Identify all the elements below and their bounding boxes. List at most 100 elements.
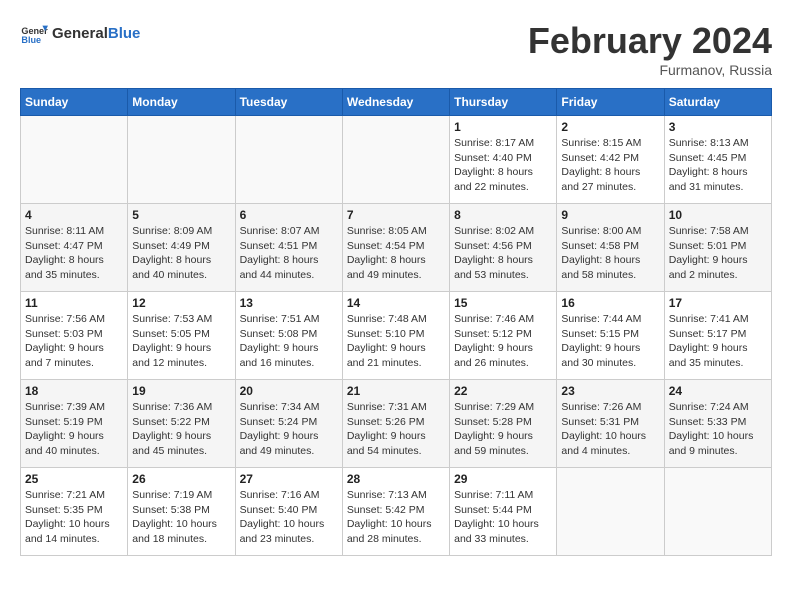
day-info: Sunrise: 7:51 AM Sunset: 5:08 PM Dayligh… [240,312,338,371]
calendar-cell: 25 Sunrise: 7:21 AM Sunset: 5:35 PM Dayli… [21,468,128,556]
calendar-cell: 15 Sunrise: 7:46 AM Sunset: 5:12 PM Dayli… [450,292,557,380]
calendar-cell: 9 Sunrise: 8:00 AM Sunset: 4:58 PM Daylig… [557,204,664,292]
day-info: Sunrise: 8:09 AM Sunset: 4:49 PM Dayligh… [132,224,230,283]
calendar-cell: 20 Sunrise: 7:34 AM Sunset: 5:24 PM Dayli… [235,380,342,468]
day-number: 4 [25,208,123,222]
day-number: 13 [240,296,338,310]
day-info: Sunrise: 7:24 AM Sunset: 5:33 PM Dayligh… [669,400,767,459]
page-header: General Blue GeneralBlue February 2024 F… [20,20,772,78]
day-info: Sunrise: 7:46 AM Sunset: 5:12 PM Dayligh… [454,312,552,371]
day-header-friday: Friday [557,89,664,116]
logo: General Blue GeneralBlue [20,20,140,48]
calendar-cell [342,116,449,204]
calendar-cell: 27 Sunrise: 7:16 AM Sunset: 5:40 PM Dayli… [235,468,342,556]
calendar-cell: 19 Sunrise: 7:36 AM Sunset: 5:22 PM Dayli… [128,380,235,468]
calendar-cell: 29 Sunrise: 7:11 AM Sunset: 5:44 PM Dayli… [450,468,557,556]
calendar-cell: 11 Sunrise: 7:56 AM Sunset: 5:03 PM Dayli… [21,292,128,380]
calendar-cell: 5 Sunrise: 8:09 AM Sunset: 4:49 PM Daylig… [128,204,235,292]
calendar-cell [664,468,771,556]
day-info: Sunrise: 7:56 AM Sunset: 5:03 PM Dayligh… [25,312,123,371]
day-number: 11 [25,296,123,310]
day-info: Sunrise: 7:13 AM Sunset: 5:42 PM Dayligh… [347,488,445,547]
day-info: Sunrise: 7:34 AM Sunset: 5:24 PM Dayligh… [240,400,338,459]
day-number: 7 [347,208,445,222]
day-info: Sunrise: 8:11 AM Sunset: 4:47 PM Dayligh… [25,224,123,283]
day-number: 26 [132,472,230,486]
day-number: 2 [561,120,659,134]
day-info: Sunrise: 7:44 AM Sunset: 5:15 PM Dayligh… [561,312,659,371]
calendar-cell: 22Sunrise: 7:29 AM Sunset: 5:28 PM Dayli… [450,380,557,468]
svg-text:Blue: Blue [21,35,41,45]
day-number: 28 [347,472,445,486]
day-number: 25 [25,472,123,486]
location: Furmanov, Russia [528,62,772,78]
day-info: Sunrise: 7:21 AM Sunset: 5:35 PM Dayligh… [25,488,123,547]
title-block: February 2024 Furmanov, Russia [528,20,772,78]
day-info: Sunrise: 7:53 AM Sunset: 5:05 PM Dayligh… [132,312,230,371]
day-number: 21 [347,384,445,398]
calendar-cell: 2 Sunrise: 8:15 AM Sunset: 4:42 PM Daylig… [557,116,664,204]
day-number: 9 [561,208,659,222]
day-info: Sunrise: 7:39 AM Sunset: 5:19 PM Dayligh… [25,400,123,459]
calendar-cell: 21 Sunrise: 7:31 AM Sunset: 5:26 PM Dayli… [342,380,449,468]
calendar-cell: 16 Sunrise: 7:44 AM Sunset: 5:15 PM Dayli… [557,292,664,380]
calendar-header-row: SundayMondayTuesdayWednesdayThursdayFrid… [21,89,772,116]
calendar-cell: 6 Sunrise: 8:07 AM Sunset: 4:51 PM Daylig… [235,204,342,292]
calendar-week-row: 1Sunrise: 8:17 AM Sunset: 4:40 PM Daylig… [21,116,772,204]
calendar-cell: 28 Sunrise: 7:13 AM Sunset: 5:42 PM Dayli… [342,468,449,556]
calendar-cell: 1Sunrise: 8:17 AM Sunset: 4:40 PM Daylig… [450,116,557,204]
calendar-cell: 10 Sunrise: 7:58 AM Sunset: 5:01 PM Dayli… [664,204,771,292]
calendar-cell: 14Sunrise: 7:48 AM Sunset: 5:10 PM Dayli… [342,292,449,380]
day-number: 22 [454,384,552,398]
day-info: Sunrise: 7:41 AM Sunset: 5:17 PM Dayligh… [669,312,767,371]
calendar-cell: 17 Sunrise: 7:41 AM Sunset: 5:17 PM Dayli… [664,292,771,380]
month-title: February 2024 [528,20,772,62]
calendar-week-row: 25 Sunrise: 7:21 AM Sunset: 5:35 PM Dayli… [21,468,772,556]
day-info: Sunrise: 7:58 AM Sunset: 5:01 PM Dayligh… [669,224,767,283]
day-info: Sunrise: 7:11 AM Sunset: 5:44 PM Dayligh… [454,488,552,547]
day-number: 12 [132,296,230,310]
day-number: 19 [132,384,230,398]
day-number: 8 [454,208,552,222]
day-number: 16 [561,296,659,310]
day-info: Sunrise: 7:19 AM Sunset: 5:38 PM Dayligh… [132,488,230,547]
day-number: 27 [240,472,338,486]
day-header-sunday: Sunday [21,89,128,116]
calendar-cell: 24Sunrise: 7:24 AM Sunset: 5:33 PM Dayli… [664,380,771,468]
day-number: 1 [454,120,552,134]
day-number: 20 [240,384,338,398]
day-info: Sunrise: 7:31 AM Sunset: 5:26 PM Dayligh… [347,400,445,459]
calendar-cell: 26 Sunrise: 7:19 AM Sunset: 5:38 PM Dayli… [128,468,235,556]
day-info: Sunrise: 7:36 AM Sunset: 5:22 PM Dayligh… [132,400,230,459]
calendar-cell: 3Sunrise: 8:13 AM Sunset: 4:45 PM Daylig… [664,116,771,204]
day-number: 18 [25,384,123,398]
day-info: Sunrise: 8:00 AM Sunset: 4:58 PM Dayligh… [561,224,659,283]
day-number: 5 [132,208,230,222]
calendar-cell [235,116,342,204]
day-info: Sunrise: 8:05 AM Sunset: 4:54 PM Dayligh… [347,224,445,283]
calendar-body: 1Sunrise: 8:17 AM Sunset: 4:40 PM Daylig… [21,116,772,556]
day-number: 6 [240,208,338,222]
calendar-cell [557,468,664,556]
calendar-week-row: 4 Sunrise: 8:11 AM Sunset: 4:47 PM Daylig… [21,204,772,292]
day-number: 15 [454,296,552,310]
day-number: 23 [561,384,659,398]
day-header-thursday: Thursday [450,89,557,116]
day-number: 29 [454,472,552,486]
day-number: 17 [669,296,767,310]
day-header-wednesday: Wednesday [342,89,449,116]
calendar-cell [128,116,235,204]
day-number: 10 [669,208,767,222]
day-header-tuesday: Tuesday [235,89,342,116]
calendar-cell: 13 Sunrise: 7:51 AM Sunset: 5:08 PM Dayli… [235,292,342,380]
calendar-cell: 7 Sunrise: 8:05 AM Sunset: 4:54 PM Daylig… [342,204,449,292]
day-info: Sunrise: 7:16 AM Sunset: 5:40 PM Dayligh… [240,488,338,547]
day-info: Sunrise: 8:15 AM Sunset: 4:42 PM Dayligh… [561,136,659,195]
calendar-cell: 4 Sunrise: 8:11 AM Sunset: 4:47 PM Daylig… [21,204,128,292]
day-info: Sunrise: 8:07 AM Sunset: 4:51 PM Dayligh… [240,224,338,283]
day-info: Sunrise: 8:02 AM Sunset: 4:56 PM Dayligh… [454,224,552,283]
calendar-cell: 12 Sunrise: 7:53 AM Sunset: 5:05 PM Dayli… [128,292,235,380]
calendar-cell: 23 Sunrise: 7:26 AM Sunset: 5:31 PM Dayli… [557,380,664,468]
day-info: Sunrise: 7:26 AM Sunset: 5:31 PM Dayligh… [561,400,659,459]
day-header-monday: Monday [128,89,235,116]
